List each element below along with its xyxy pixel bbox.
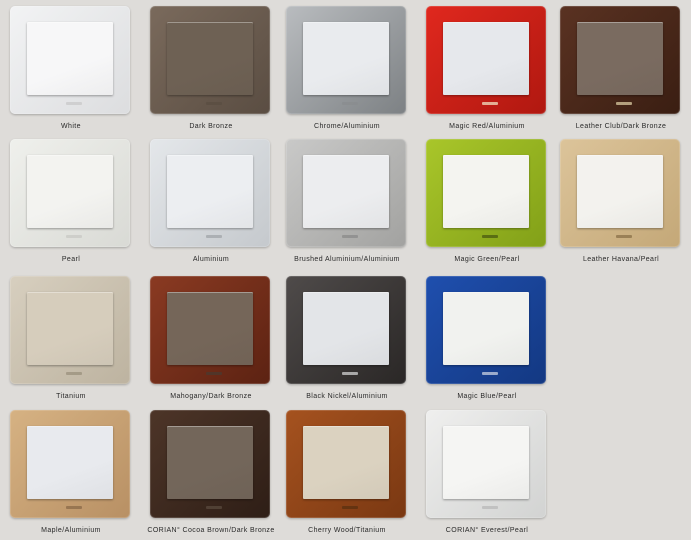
brand-logo-icon bbox=[342, 372, 358, 375]
brand-logo-icon bbox=[206, 102, 222, 105]
switch-rocker bbox=[27, 292, 113, 365]
switch-rocker bbox=[303, 22, 389, 95]
switch-rocker bbox=[167, 292, 253, 365]
brand-logo-icon bbox=[616, 102, 632, 105]
brand-logo-icon bbox=[342, 102, 358, 105]
switch-rocker bbox=[27, 426, 113, 499]
brand-logo-icon bbox=[482, 372, 498, 375]
switch-rocker bbox=[443, 22, 529, 95]
switch-frame bbox=[426, 6, 546, 114]
brand-logo-icon bbox=[342, 506, 358, 509]
brand-logo-icon bbox=[66, 372, 82, 375]
brand-logo-icon bbox=[342, 235, 358, 238]
switch-rocker bbox=[27, 155, 113, 228]
switch-frame bbox=[560, 6, 680, 114]
swatch-label: Magic Blue/Pearl bbox=[457, 393, 517, 400]
switch-frame bbox=[150, 139, 270, 247]
switch-frame bbox=[286, 139, 406, 247]
brand-logo-icon bbox=[66, 506, 82, 509]
brand-logo-icon bbox=[616, 235, 632, 238]
switch-frame bbox=[426, 139, 546, 247]
switch-frame bbox=[10, 410, 130, 518]
switch-rocker bbox=[303, 155, 389, 228]
brand-logo-icon bbox=[482, 506, 498, 509]
brand-logo-icon bbox=[206, 506, 222, 509]
switch-rocker bbox=[577, 155, 663, 228]
switch-frame bbox=[10, 276, 130, 384]
switch-rocker bbox=[167, 22, 253, 95]
switch-rocker bbox=[443, 292, 529, 365]
brand-logo-icon bbox=[206, 235, 222, 238]
switch-frame bbox=[426, 276, 546, 384]
switch-frame bbox=[10, 139, 130, 247]
switch-frame bbox=[10, 6, 130, 114]
swatch-label: Leather Club/Dark Bronze bbox=[575, 123, 667, 130]
switch-rocker bbox=[443, 426, 529, 499]
brand-logo-icon bbox=[482, 235, 498, 238]
brand-logo-icon bbox=[482, 102, 498, 105]
switch-rocker bbox=[167, 155, 253, 228]
switch-frame bbox=[286, 276, 406, 384]
switch-frame bbox=[150, 410, 270, 518]
switch-frame bbox=[426, 410, 546, 518]
brand-logo-icon bbox=[206, 372, 222, 375]
switch-frame bbox=[560, 139, 680, 247]
swatch-label: CORIAN° Everest/Pearl bbox=[445, 527, 529, 534]
switch-rocker bbox=[443, 155, 529, 228]
switch-frame bbox=[286, 6, 406, 114]
switch-frame bbox=[150, 6, 270, 114]
switch-rocker bbox=[577, 22, 663, 95]
switch-frame bbox=[286, 410, 406, 518]
switch-rocker bbox=[167, 426, 253, 499]
switch-rocker bbox=[27, 22, 113, 95]
switch-frame bbox=[150, 276, 270, 384]
brand-logo-icon bbox=[66, 235, 82, 238]
swatch-label: Leather Havana/Pearl bbox=[582, 256, 660, 263]
brand-logo-icon bbox=[66, 102, 82, 105]
switch-rocker bbox=[303, 292, 389, 365]
switch-rocker bbox=[303, 426, 389, 499]
